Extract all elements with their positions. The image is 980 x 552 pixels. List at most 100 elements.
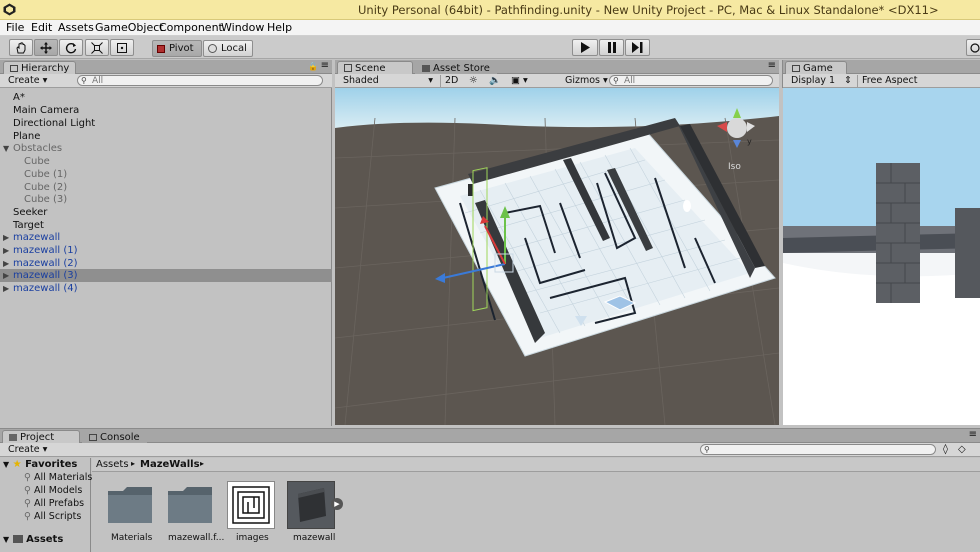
pivot-label: Pivot — [169, 43, 194, 54]
menu-window[interactable]: Window — [221, 21, 264, 34]
favorite-all-models[interactable]: ⚲ All Models — [24, 485, 82, 496]
lock-icon[interactable]: 🔒 — [308, 62, 318, 71]
console-tab-label: Console — [100, 432, 140, 443]
list-icon — [10, 65, 18, 72]
breadcrumb-mazewalls[interactable]: MazeWalls — [140, 459, 200, 470]
2d-toggle[interactable]: 2D — [440, 75, 462, 87]
hierarchy-item-label: mazewall (3) — [13, 270, 78, 281]
game-panel-header: Game Display 1 ⇕ Free Aspect — [782, 60, 980, 88]
search-icon: ⚲ — [24, 472, 31, 483]
hierarchy-item-mazewall-3[interactable]: ▶ mazewall (3) — [0, 269, 332, 282]
pause-icon — [607, 42, 616, 53]
filter-type-icon[interactable]: ◊ — [943, 444, 948, 455]
hierarchy-item-mazewall-1[interactable]: ▶ mazewall (1) — [0, 244, 332, 257]
rotate-tool-button[interactable] — [59, 39, 83, 56]
favorite-label: All Prefabs — [34, 498, 85, 509]
scene-effects-dropdown[interactable]: ▣ ▾ — [507, 75, 532, 87]
hierarchy-create-dropdown[interactable]: Create ▾ — [4, 75, 51, 87]
favorite-all-materials[interactable]: ⚲ All Materials — [24, 472, 92, 483]
move-tool-button[interactable] — [34, 39, 58, 56]
asset-store-tab-label: Asset Store — [433, 63, 490, 74]
game-viewport[interactable] — [783, 88, 980, 425]
hierarchy-item-cube-3[interactable]: Cube (3) — [0, 193, 332, 206]
scene-viewport[interactable]: y Iso — [335, 88, 779, 425]
hierarchy-item-cube[interactable]: Cube — [0, 155, 332, 168]
step-button[interactable] — [625, 39, 650, 56]
panel-menu-icon[interactable]: ≡ — [768, 60, 776, 71]
scene-grid-icon — [344, 64, 352, 72]
hand-tool-button[interactable] — [9, 39, 33, 56]
search-icon: ⚲ — [24, 498, 31, 509]
breadcrumb-assets[interactable]: Assets — [96, 459, 129, 470]
favorite-label: All Scripts — [34, 511, 82, 522]
scene-search-input[interactable]: ⚲ All — [609, 75, 773, 86]
hierarchy-item-directional-light[interactable]: Directional Light — [0, 117, 332, 130]
play-button[interactable] — [572, 39, 598, 56]
pivot-toggle[interactable]: Pivot — [152, 40, 202, 57]
menu-component[interactable]: Component — [159, 21, 223, 34]
asset-images[interactable] — [227, 481, 275, 529]
asset-mazewall-fbx[interactable] — [167, 483, 213, 525]
hierarchy-item-obstacles[interactable]: ▼ Obstacles — [0, 142, 332, 155]
favorite-all-prefabs[interactable]: ⚲ All Prefabs — [24, 498, 84, 509]
menu-edit[interactable]: Edit — [31, 21, 52, 34]
rect-tool-button[interactable] — [110, 39, 134, 56]
filter-label-icon[interactable]: ◇ — [958, 444, 966, 455]
display-dropdown[interactable]: Display 1 ⇕ — [787, 75, 853, 87]
window-title-bar: Unity Personal (64bit) - Pathfinding.uni… — [0, 0, 980, 20]
iso-label[interactable]: Iso — [728, 162, 741, 172]
expand-prefab-icon[interactable]: ▶ — [331, 498, 343, 510]
tab-game[interactable]: Game — [785, 61, 847, 74]
collapse-triangle-icon[interactable]: ▶ — [3, 269, 9, 282]
hierarchy-item-mazewall-4[interactable]: ▶ mazewall (4) — [0, 282, 332, 295]
scale-tool-button[interactable] — [85, 39, 109, 56]
panel-menu-icon[interactable]: ≡ — [969, 429, 977, 440]
asset-mazewall[interactable] — [287, 481, 335, 529]
hierarchy-create-label: Create — [8, 75, 40, 86]
svg-text:y: y — [747, 137, 752, 146]
tab-console[interactable]: Console — [82, 430, 147, 443]
project-search-input[interactable]: ⚲ — [700, 444, 936, 455]
favorites-header[interactable]: ▼ ★ Favorites — [3, 459, 77, 470]
pivot-icon — [157, 44, 165, 53]
hierarchy-item-a-star[interactable]: A* — [0, 91, 332, 104]
hierarchy-search-input[interactable]: ⚲ All — [77, 75, 323, 86]
collapse-triangle-icon[interactable]: ▶ — [3, 244, 9, 257]
menu-bar: File Edit Assets GameObject Component Wi… — [0, 20, 980, 36]
menu-gameobject[interactable]: GameObject — [95, 21, 164, 34]
menu-help[interactable]: Help — [267, 21, 292, 34]
expand-triangle-icon[interactable]: ▼ — [3, 535, 9, 544]
asset-materials[interactable] — [107, 483, 153, 525]
assets-root[interactable]: ▼ Assets — [3, 534, 63, 545]
local-toggle[interactable]: Local — [203, 40, 253, 57]
tab-asset-store[interactable]: Asset Store — [415, 61, 497, 74]
project-create-dropdown[interactable]: Create ▾ — [4, 444, 51, 456]
pause-button[interactable] — [599, 39, 624, 56]
scene-lighting-toggle[interactable]: ☼ — [465, 75, 482, 87]
hand-icon — [16, 41, 26, 53]
scene-audio-toggle[interactable]: 🔈 — [485, 75, 505, 87]
collapse-triangle-icon[interactable]: ▶ — [3, 231, 9, 244]
hierarchy-item-mazewall[interactable]: ▶ mazewall — [0, 231, 332, 244]
expand-triangle-icon[interactable]: ▼ — [3, 460, 9, 469]
sun-icon: ☼ — [469, 75, 478, 86]
panel-menu-icon[interactable]: ≡ — [321, 60, 329, 71]
console-icon — [89, 434, 97, 441]
search-icon: ⚲ — [81, 76, 87, 85]
shading-mode-dropdown[interactable]: Shaded ▾ — [339, 75, 435, 87]
search-icon: ⚲ — [704, 445, 710, 454]
cloud-account-button[interactable] — [966, 39, 980, 56]
hierarchy-item-main-camera[interactable]: Main Camera — [0, 104, 332, 117]
tab-hierarchy[interactable]: Hierarchy — [3, 61, 77, 74]
collapse-triangle-icon[interactable]: ▶ — [3, 282, 9, 295]
gizmos-dropdown[interactable]: Gizmos ▾ — [561, 75, 612, 87]
favorite-all-scripts[interactable]: ⚲ All Scripts — [24, 511, 81, 522]
hierarchy-item-seeker[interactable]: Seeker — [0, 206, 332, 219]
expand-triangle-icon[interactable]: ▼ — [3, 142, 9, 155]
menu-assets[interactable]: Assets — [58, 21, 94, 34]
hierarchy-item-cube-1[interactable]: Cube (1) — [0, 168, 332, 181]
tab-scene[interactable]: Scene — [337, 61, 413, 74]
aspect-dropdown[interactable]: Free Aspect — [857, 75, 921, 87]
tab-project[interactable]: Project — [2, 430, 80, 443]
menu-file[interactable]: File — [6, 21, 24, 34]
